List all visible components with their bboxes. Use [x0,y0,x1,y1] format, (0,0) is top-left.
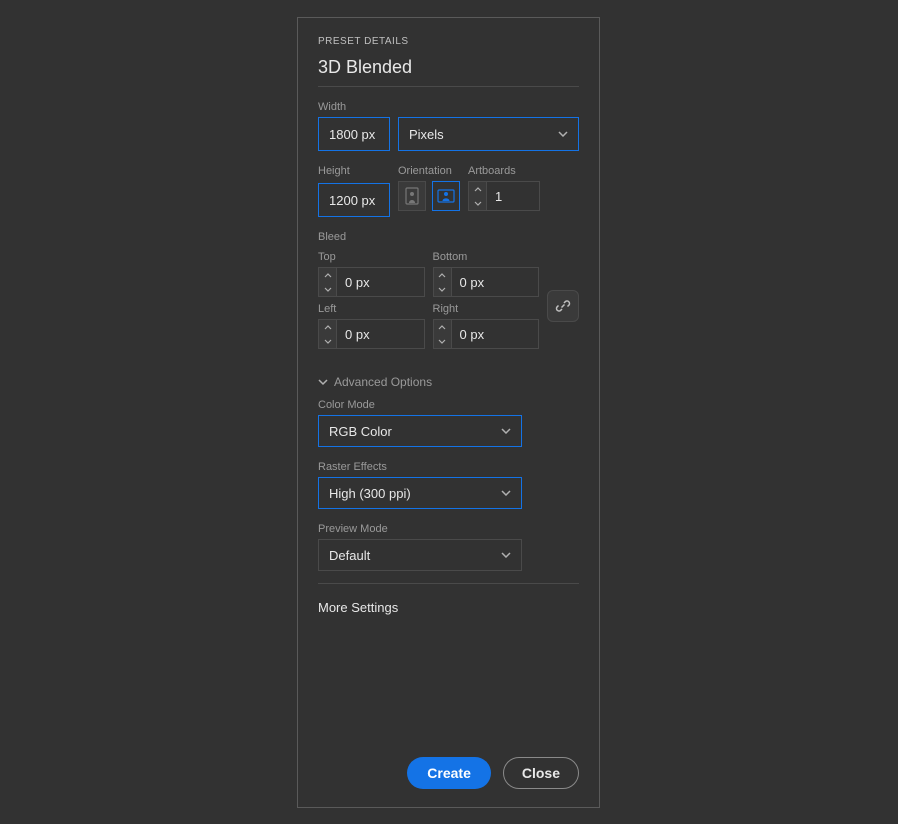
orientation-block: Orientation [398,165,460,217]
advanced-options-toggle[interactable]: Advanced Options [318,375,579,389]
stepper-arrows [469,182,487,210]
bleed-left-stepper[interactable] [318,319,425,349]
stepper-down[interactable] [434,282,451,296]
raster-effects-label: Raster Effects [318,461,579,473]
orientation-label: Orientation [398,165,460,177]
units-value: Pixels [409,127,444,142]
stepper-down[interactable] [319,282,336,296]
stepper-down[interactable] [319,334,336,348]
orientation-landscape-button[interactable] [432,181,460,211]
bleed-label: Bleed [318,231,579,243]
stepper-down[interactable] [434,334,451,348]
link-icon [555,298,571,314]
bleed-bottom-label: Bottom [433,251,540,263]
bleed-top-label: Top [318,251,425,263]
artboards-block: Artboards [468,165,540,217]
color-mode-label: Color Mode [318,399,579,411]
bleed-left-input[interactable] [337,320,389,348]
stepper-up[interactable] [434,320,451,334]
more-settings-link[interactable]: More Settings [318,600,579,615]
chevron-down-icon [318,379,328,386]
raster-effects-select[interactable]: High (300 ppi) [318,477,522,509]
units-select[interactable]: Pixels [398,117,579,151]
close-button[interactable]: Close [503,757,579,789]
width-input[interactable] [318,117,390,151]
height-block: Height [318,165,390,217]
bleed-top-stepper[interactable] [318,267,425,297]
stepper-up[interactable] [319,268,336,282]
artboards-input[interactable] [487,182,539,210]
artboards-label: Artboards [468,165,540,177]
bleed-right-label: Right [433,303,540,315]
preview-mode-label: Preview Mode [318,523,579,535]
bleed-bottom-input[interactable] [452,268,504,296]
bleed-bottom-stepper[interactable] [433,267,540,297]
advanced-options-label: Advanced Options [334,375,432,389]
artboards-stepper[interactable] [468,181,540,211]
divider [318,583,579,584]
preset-name[interactable]: 3D Blended [318,57,579,87]
stepper-up[interactable] [434,268,451,282]
footer-buttons: Create Close [407,757,579,789]
chevron-down-icon [501,552,511,558]
bleed-right-stepper[interactable] [433,319,540,349]
height-label: Height [318,165,390,177]
bleed-right-input[interactable] [452,320,504,348]
stepper-down[interactable] [469,196,486,210]
chevron-down-icon [501,490,511,496]
landscape-icon [437,189,455,203]
width-row: Pixels [318,117,579,151]
preview-mode-value: Default [329,548,370,563]
bleed-left-label: Left [318,303,425,315]
bleed-grid: Top Bottom [318,251,579,361]
stepper-up[interactable] [469,182,486,196]
width-label: Width [318,101,579,113]
preview-mode-select[interactable]: Default [318,539,522,571]
color-mode-value: RGB Color [329,424,392,439]
orientation-buttons [398,181,460,211]
portrait-icon [405,187,419,205]
raster-effects-value: High (300 ppi) [329,486,411,501]
chevron-down-icon [558,131,568,137]
create-button[interactable]: Create [407,757,491,789]
preset-details-section-label: PRESET DETAILS [318,36,579,47]
bleed-link-button[interactable] [547,290,579,322]
color-mode-select[interactable]: RGB Color [318,415,522,447]
preset-details-panel: PRESET DETAILS 3D Blended Width Pixels H… [297,17,600,808]
stepper-up[interactable] [319,320,336,334]
height-input[interactable] [318,183,390,217]
height-orientation-artboards-row: Height Orientation [318,165,579,217]
chevron-down-icon [501,428,511,434]
orientation-portrait-button[interactable] [398,181,426,211]
bleed-top-input[interactable] [337,268,389,296]
